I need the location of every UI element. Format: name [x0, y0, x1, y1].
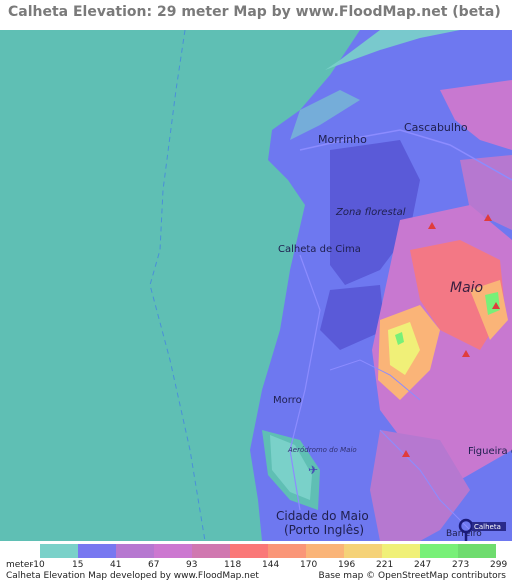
legend-tick-label: 67 [148, 560, 160, 570]
footer-credit: Calheta Elevation Map developed by www.F… [6, 571, 259, 581]
legend-tick-label: 41 [110, 560, 122, 570]
legend-tick-label: 93 [186, 560, 198, 570]
legend-swatch [154, 544, 192, 558]
legend-swatch [420, 544, 458, 558]
elevation-legend: meter -10 15 41 67 93 118 144 170 196 221 247 273 29… [0, 541, 512, 582]
place-label: Cidade do Maio [276, 509, 369, 523]
place-label: Morrinho [318, 133, 367, 146]
legend-tick-label: 15 [72, 560, 84, 570]
legend-tick-label: 247 [414, 560, 432, 570]
page-title: Calheta Elevation: 29 meter Map by www.F… [8, 4, 501, 20]
elevation-map[interactable]: ✈ Morrinho Cascabulho Zona florestal Cal… [0, 29, 512, 542]
legend-tick-label: 221 [376, 560, 394, 570]
place-label: Maio [450, 280, 483, 296]
place-label: (Porto Inglês) [284, 523, 364, 537]
legend-tick-label: -10 [30, 560, 45, 570]
legend-tick-label: 299 [490, 560, 508, 570]
legend-tick-label: 170 [300, 560, 318, 570]
place-label: Morro [273, 395, 302, 406]
legend-swatch [268, 544, 306, 558]
place-label: Figueira da Horta [468, 446, 512, 457]
airport-icon: ✈ [308, 463, 318, 477]
marker-label: Calheta [474, 523, 501, 531]
legend-tick-label: 273 [452, 560, 470, 570]
legend-tick-label: 144 [262, 560, 280, 570]
legend-swatch [230, 544, 268, 558]
legend-swatch [344, 544, 382, 558]
legend-swatch [306, 544, 344, 558]
legend-swatch [382, 544, 420, 558]
legend-swatch [192, 544, 230, 558]
map-canvas[interactable]: ✈ Morrinho Cascabulho Zona florestal Cal… [0, 29, 512, 542]
footer-attribution: Base map © OpenStreetMap contributors [318, 571, 506, 581]
legend-swatch [78, 544, 116, 558]
legend-swatch [458, 544, 496, 558]
place-label: Cascabulho [404, 121, 468, 134]
place-label: Aeródromo do Maio [287, 446, 357, 454]
legend-tick-label: 118 [224, 560, 242, 570]
legend-swatch [116, 544, 154, 558]
place-label: Calheta de Cima [278, 244, 361, 255]
legend-swatch [40, 544, 78, 558]
legend-tick-label: 196 [338, 560, 356, 570]
place-label: Zona florestal [335, 207, 406, 218]
header: Calheta Elevation: 29 meter Map by www.F… [0, 0, 512, 30]
